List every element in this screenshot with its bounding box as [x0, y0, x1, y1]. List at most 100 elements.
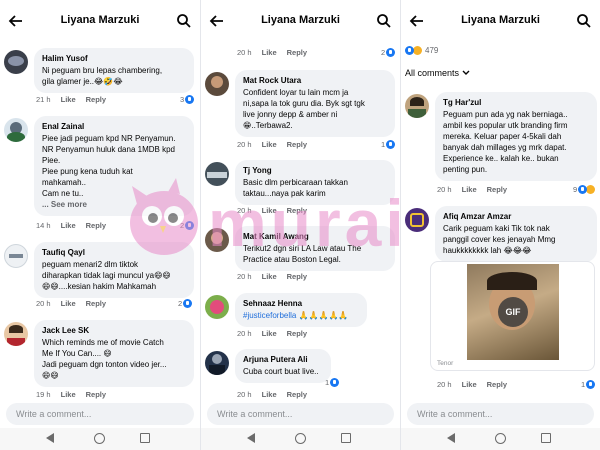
post-reaction-summary[interactable]: 479: [405, 46, 438, 55]
reply-button[interactable]: Reply: [487, 380, 507, 389]
comment-author[interactable]: Mat Rock Utara: [243, 75, 387, 86]
nav-back-icon[interactable]: [247, 433, 255, 443]
like-button[interactable]: Like: [262, 390, 277, 399]
comment-actions: 21 h Like Reply: [36, 95, 106, 104]
comment-bubble: Mat Rock Utara Confident loyar tu lain m…: [235, 70, 395, 137]
comment-author[interactable]: Mat Kamil Awang: [243, 231, 387, 242]
reaction-count[interactable]: 1: [325, 378, 340, 387]
write-comment-input[interactable]: Write a comment...: [407, 403, 594, 425]
avatar[interactable]: [4, 50, 28, 74]
comment-time: 20 h: [237, 329, 252, 338]
nav-back-icon[interactable]: [447, 433, 455, 443]
comment-filter-dropdown[interactable]: All comments: [405, 68, 470, 78]
like-button[interactable]: Like: [462, 380, 477, 389]
like-button[interactable]: Like: [61, 390, 76, 399]
like-button[interactable]: Like: [462, 185, 477, 194]
comment-hashtag-text[interactable]: #justiceforbella 🙏🙏🙏🙏🙏: [243, 310, 359, 321]
like-button[interactable]: Like: [61, 221, 76, 230]
avatar[interactable]: [205, 228, 229, 252]
see-more-link[interactable]: ... See more: [42, 200, 87, 209]
reaction-count[interactable]: 2: [178, 299, 193, 308]
reaction-count[interactable]: 3: [180, 95, 195, 104]
like-button[interactable]: Like: [61, 299, 76, 308]
comment-time: 21 h: [36, 95, 51, 104]
comment-text: Confident loyar tu lain mcm ja ni,sapa l…: [243, 88, 365, 130]
comment-author[interactable]: Enal Zainal: [42, 121, 186, 132]
phone-screen-3: Liyana Marzuki 479 All comments Tg Har'z…: [400, 0, 600, 450]
comment-text: Terikut2 dgn siri LA Law atau The Practi…: [243, 244, 362, 264]
nav-recent-apps-icon[interactable]: [541, 433, 551, 443]
reply-button[interactable]: Reply: [287, 206, 307, 215]
avatar[interactable]: [405, 208, 429, 232]
avatar[interactable]: [4, 118, 28, 142]
search-icon[interactable]: [176, 13, 192, 29]
haha-reaction-icon: [413, 46, 422, 55]
reaction-count[interactable]: 2: [180, 221, 195, 230]
avatar[interactable]: [205, 295, 229, 319]
reply-button[interactable]: Reply: [287, 272, 307, 281]
reply-button[interactable]: Reply: [287, 140, 307, 149]
comment-time: 20 h: [237, 48, 252, 57]
nav-back-icon[interactable]: [46, 433, 54, 443]
reply-button[interactable]: Reply: [287, 329, 307, 338]
write-comment-input[interactable]: Write a comment...: [207, 403, 394, 425]
like-reaction-icon: [405, 46, 414, 55]
comment-text: Peguam pun ada yg nak berniaga.. ambil k…: [443, 110, 568, 174]
reaction-count[interactable]: 2: [381, 48, 396, 57]
haha-reaction-icon: [586, 185, 596, 194]
write-comment-input[interactable]: Write a comment...: [6, 403, 194, 425]
comment-author[interactable]: Afiq Amzar Amzar: [443, 211, 589, 222]
reply-button[interactable]: Reply: [487, 185, 507, 194]
avatar[interactable]: [205, 162, 229, 186]
comment-author[interactable]: Jack Lee SK: [42, 325, 186, 336]
reply-button[interactable]: Reply: [86, 390, 106, 399]
comment: Tg Har'zul Peguam pun ada yg nak berniag…: [405, 92, 597, 181]
comment-bubble: Sehnaaz Henna #justiceforbella 🙏🙏🙏🙏🙏: [235, 293, 367, 327]
comment-author[interactable]: Sehnaaz Henna: [243, 298, 359, 309]
nav-home-icon[interactable]: [295, 433, 306, 444]
comment: Tj Yong Basic dlm perbicaraan takkan tak…: [205, 160, 395, 205]
reply-button[interactable]: Reply: [86, 299, 106, 308]
comment-bubble: Mat Kamil Awang Terikut2 dgn siri LA Law…: [235, 226, 395, 271]
reaction-count[interactable]: 9: [573, 185, 596, 194]
nav-home-icon[interactable]: [495, 433, 506, 444]
reply-button[interactable]: Reply: [287, 390, 307, 399]
comment-author[interactable]: Halim Yusof: [42, 53, 186, 64]
reply-button[interactable]: Reply: [86, 221, 106, 230]
like-button[interactable]: Like: [262, 329, 277, 338]
comment-time: 20 h: [237, 390, 252, 399]
avatar[interactable]: [205, 351, 229, 375]
avatar[interactable]: [205, 72, 229, 96]
like-button[interactable]: Like: [262, 272, 277, 281]
comment-author[interactable]: Tg Har'zul: [443, 97, 589, 108]
search-icon[interactable]: [576, 13, 592, 29]
like-button[interactable]: Like: [262, 48, 277, 57]
like-button[interactable]: Like: [262, 206, 277, 215]
reply-button[interactable]: Reply: [86, 95, 106, 104]
nav-recent-apps-icon[interactable]: [341, 433, 351, 443]
like-button[interactable]: Like: [262, 140, 277, 149]
gif-attachment[interactable]: GIF Tenor: [430, 261, 595, 371]
gif-preview-image[interactable]: GIF: [467, 264, 559, 360]
avatar[interactable]: [4, 322, 28, 346]
comment-time: 20 h: [237, 272, 252, 281]
system-navbar: [201, 428, 400, 450]
gif-badge[interactable]: GIF: [498, 297, 528, 327]
top-bar: Liyana Marzuki: [0, 0, 200, 42]
reaction-count[interactable]: 1: [381, 140, 396, 149]
reply-button[interactable]: Reply: [287, 48, 307, 57]
avatar[interactable]: [4, 244, 28, 268]
nav-home-icon[interactable]: [94, 433, 105, 444]
search-icon[interactable]: [376, 13, 392, 29]
reaction-count[interactable]: 1: [581, 380, 596, 389]
avatar[interactable]: [405, 94, 429, 118]
nav-recent-apps-icon[interactable]: [140, 433, 150, 443]
comment-author[interactable]: Arjuna Putera Ali: [243, 354, 323, 365]
comment-author[interactable]: Tj Yong: [243, 165, 387, 176]
comment-bubble: Arjuna Putera Ali Cuba court buat live..: [235, 349, 331, 383]
comment-author[interactable]: Taufiq Qayl: [42, 247, 186, 258]
like-button[interactable]: Like: [61, 95, 76, 104]
reaction-count-value: 1: [381, 140, 386, 149]
comment-bubble: Tj Yong Basic dlm perbicaraan takkan tak…: [235, 160, 395, 205]
like-reaction-icon: [386, 140, 396, 149]
